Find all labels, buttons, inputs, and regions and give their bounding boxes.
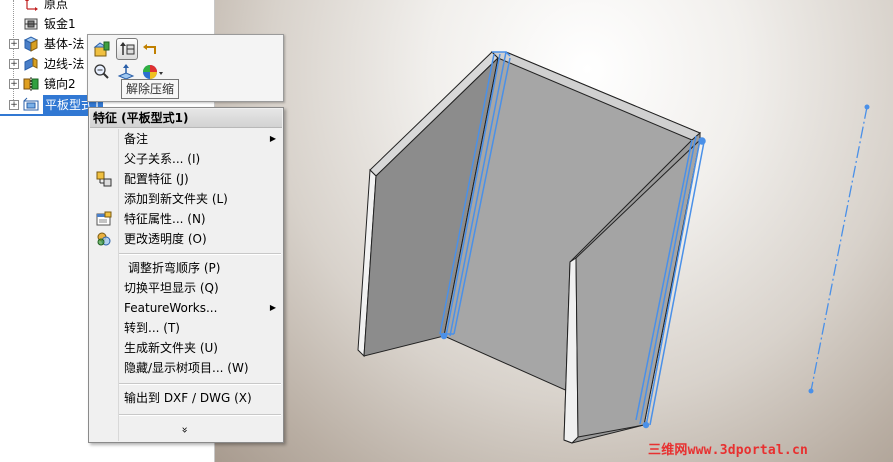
menu-item-label: 父子关系... (I): [124, 152, 201, 166]
menu-item-label: FeatureWorks...: [124, 301, 218, 315]
menu-separator: [119, 253, 281, 255]
menu-item-label: 添加到新文件夹 (L): [124, 192, 228, 206]
flat-pattern-icon: [23, 97, 39, 113]
menu-item-label: 转到... (T): [124, 321, 180, 335]
configure-feature-icon: [96, 171, 112, 187]
tree-item-sheet-metal[interactable]: 钣金1: [0, 14, 212, 34]
menu-item-feature-properties[interactable]: 特征属性... (N): [89, 209, 283, 229]
context-toolbar: [87, 34, 284, 102]
tooltip: 解除压缩: [121, 79, 180, 99]
sheet-metal-model: [357, 51, 870, 444]
edit-feature-button[interactable]: [92, 39, 112, 59]
menu-separator: [119, 414, 281, 416]
zoom-to-selection-button[interactable]: [92, 62, 112, 82]
menu-item-create-new-folder[interactable]: 生成新文件夹 (U): [89, 338, 283, 358]
tree-item-label: 镜向2: [44, 77, 76, 91]
rollback-icon: [143, 44, 156, 54]
submenu-arrow-icon: ▶: [269, 303, 276, 312]
menu-item-change-transparency[interactable]: 更改透明度 (O): [89, 229, 283, 249]
menu-item-label: 备注: [124, 132, 149, 146]
tree-item-origin[interactable]: 原点: [0, 0, 212, 14]
mirror-icon: [23, 76, 39, 92]
submenu-arrow-icon: ▶: [269, 134, 276, 143]
menu-item-featureworks[interactable]: FeatureWorks... ▶: [89, 298, 283, 318]
menu-item-comments[interactable]: 备注 ▶: [89, 129, 283, 149]
transparency-icon: [96, 231, 112, 247]
tree-item-label: 原点: [44, 0, 69, 11]
unsuppress-icon: [120, 42, 135, 55]
menu-item-label: 更改透明度 (O): [124, 232, 207, 246]
zoom-to-selection-icon: [94, 64, 109, 79]
expand-icon[interactable]: +: [9, 100, 19, 110]
menu-item-label: 特征属性... (N): [124, 212, 206, 226]
menu-item-hide-show-tree-items[interactable]: 隐藏/显示树项目... (W): [89, 358, 283, 378]
graphics-viewport[interactable]: 三维网www.3dportal.cn: [214, 0, 893, 462]
menu-separator: [119, 383, 281, 385]
unsuppress-button[interactable]: [116, 38, 138, 60]
menu-item-parent-child[interactable]: 父子关系... (I): [89, 149, 283, 169]
menu-item-add-to-new-folder[interactable]: 添加到新文件夹 (L): [89, 189, 283, 209]
menu-item-label: 切换平坦显示 (Q): [124, 281, 219, 295]
menu-item-configure-feature[interactable]: 配置特征 (J): [89, 169, 283, 189]
origin-icon: [23, 0, 39, 12]
menu-item-label: 生成新文件夹 (U): [124, 341, 218, 355]
menu-item-go-to[interactable]: 转到... (T): [89, 318, 283, 338]
menu-expand-more-button[interactable]: »: [89, 420, 283, 440]
selection-underline: [0, 114, 88, 116]
edit-feature-icon: [93, 41, 110, 57]
context-menu: 特征 (平板型式1) 备注 ▶ 父子关系... (I) 配置特征 (J) 添加到…: [88, 107, 284, 443]
menu-item-label: 调整折弯顺序 (P): [128, 261, 221, 275]
tree-item-label: 基体-法: [44, 37, 85, 51]
menu-item-export-dxf-dwg[interactable]: 输出到 DXF / DWG (X): [89, 388, 283, 408]
tree-item-label: 边线-法: [44, 57, 85, 71]
feature-properties-icon: [96, 211, 112, 227]
expand-icon[interactable]: +: [9, 59, 19, 69]
menu-item-toggle-flat-display[interactable]: 切换平坦显示 (Q): [89, 278, 283, 298]
menu-header: 特征 (平板型式1): [90, 109, 282, 128]
rollback-button[interactable]: [141, 39, 161, 59]
tree-item-label: 钣金1: [44, 17, 76, 31]
menu-item-label: 配置特征 (J): [124, 172, 189, 186]
menu-item-adjust-bend-order[interactable]: 调整折弯顺序 (P): [89, 258, 283, 278]
chevron-down-icon: »: [178, 426, 192, 434]
sheet-metal-icon: [23, 16, 39, 32]
base-flange-icon: [23, 36, 39, 52]
expand-icon[interactable]: +: [9, 79, 19, 89]
watermark-text: 三维网www.3dportal.cn: [648, 443, 808, 458]
menu-item-label: 隐藏/显示树项目... (W): [124, 361, 249, 375]
expand-icon[interactable]: +: [9, 39, 19, 49]
edge-flange-icon: [23, 56, 39, 72]
menu-item-label: 输出到 DXF / DWG (X): [124, 391, 252, 405]
